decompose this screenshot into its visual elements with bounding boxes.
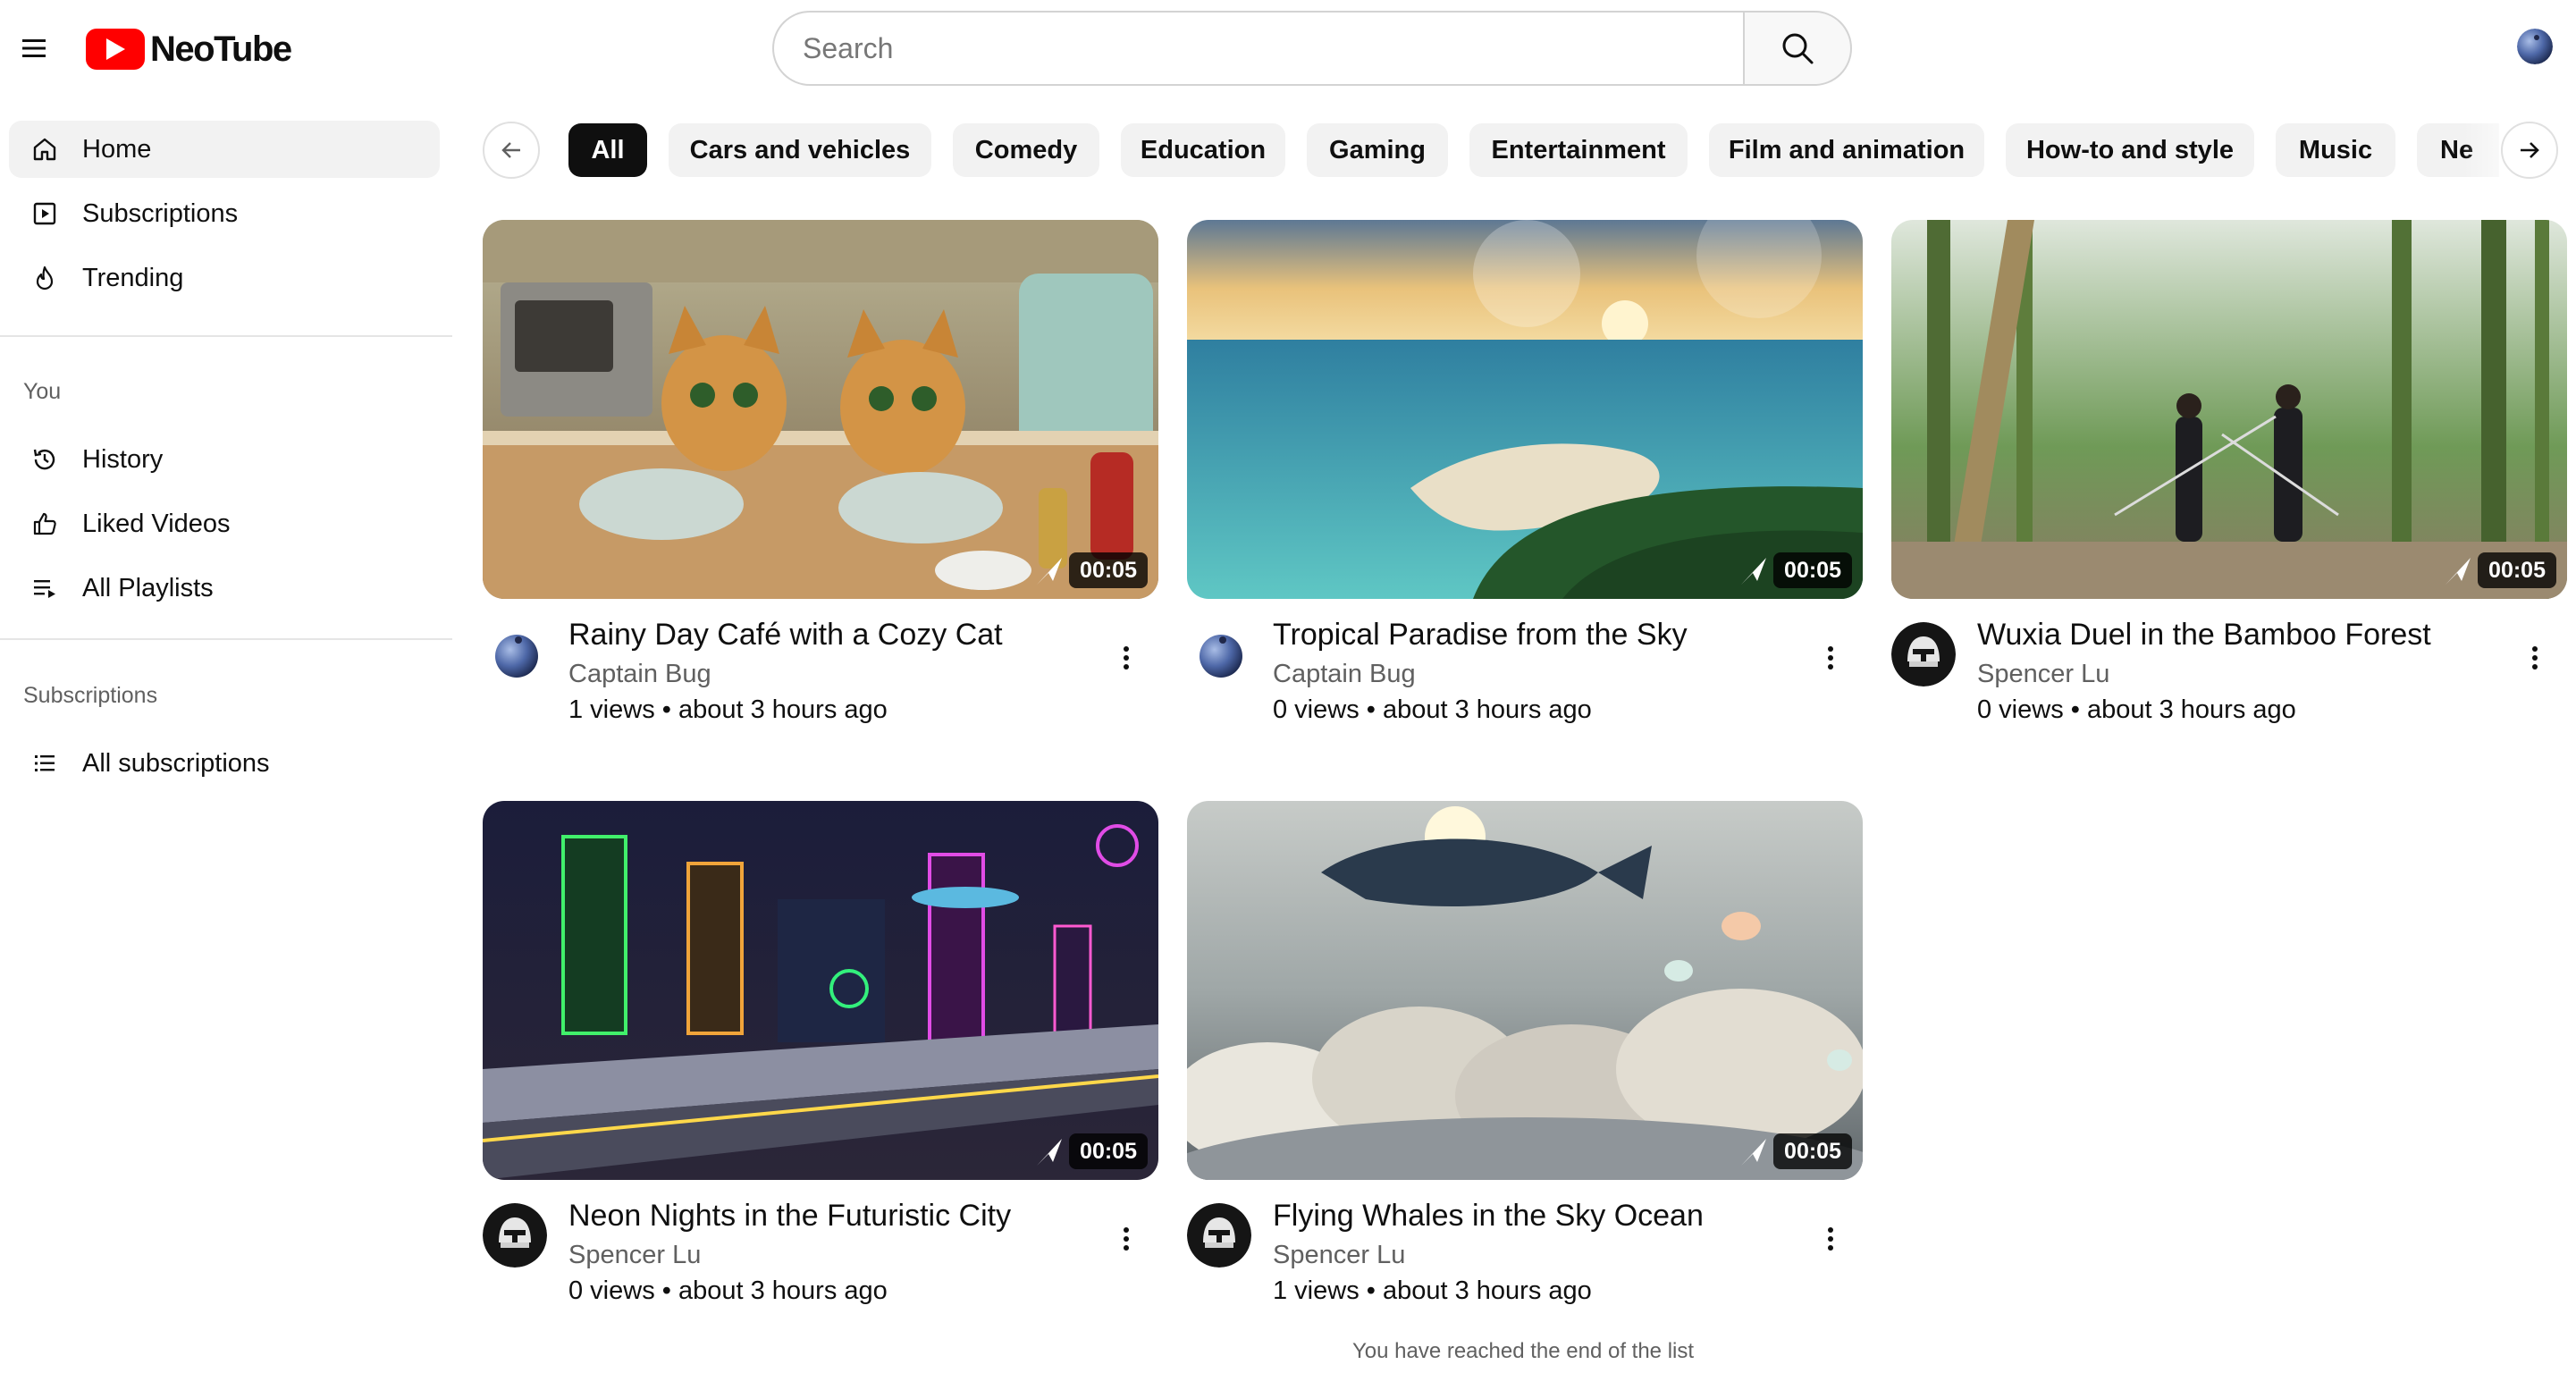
sidebar-item-history[interactable]: History xyxy=(9,431,440,488)
video-card[interactable]: 00:05 Wuxia Duel in the Bamboo Forest Sp… xyxy=(1891,220,2567,724)
video-duration: 00:05 xyxy=(1773,1133,1852,1169)
video-title[interactable]: Wuxia Duel in the Bamboo Forest xyxy=(1977,615,2496,654)
cursor-arrow-icon xyxy=(1741,1139,1766,1166)
channel-name[interactable]: Captain Bug xyxy=(1273,660,1416,689)
channel-avatar[interactable] xyxy=(1891,622,1956,686)
video-title[interactable]: Neon Nights in the Futuristic City xyxy=(568,1196,1087,1235)
sidebar-item-subscriptions[interactable]: Subscriptions xyxy=(9,185,440,242)
arrow-right-icon xyxy=(2521,142,2539,158)
chips-scroll-right-button[interactable] xyxy=(2501,122,2558,179)
more-options-icon[interactable] xyxy=(2517,640,2553,676)
fire-icon xyxy=(16,249,73,307)
cursor-arrow-icon xyxy=(1037,558,1062,585)
video-title[interactable]: Flying Whales in the Sky Ocean xyxy=(1273,1196,1791,1235)
more-options-icon[interactable] xyxy=(1108,1221,1144,1257)
cursor-arrow-icon xyxy=(1037,1139,1062,1166)
end-of-list-message: You have reached the end of the list xyxy=(1351,1339,1695,1363)
video-thumbnail[interactable]: 00:05 xyxy=(1187,220,1863,599)
video-card[interactable]: 00:05 Flying Whales in the Sky Ocean Spe… xyxy=(1187,801,1863,1305)
thumbs-up-icon xyxy=(16,495,73,552)
sidebar-item-label: All Playlists xyxy=(82,573,214,602)
sidebar-item-label: History xyxy=(82,444,164,474)
chip-track: All Cars and vehicles Comedy Education G… xyxy=(568,120,2499,179)
chip-education[interactable]: Education xyxy=(1121,123,1285,177)
search-button[interactable] xyxy=(1743,11,1852,86)
search-input[interactable] xyxy=(772,11,1743,86)
channel-avatar[interactable] xyxy=(483,1203,547,1268)
sidebar-item-liked-videos[interactable]: Liked Videos xyxy=(9,495,440,552)
channel-avatar[interactable] xyxy=(1187,622,1251,686)
video-thumbnail[interactable]: 00:05 xyxy=(1187,801,1863,1180)
playlist-icon xyxy=(16,560,73,617)
video-card[interactable]: 00:05 Tropical Paradise from the Sky Cap… xyxy=(1187,220,1863,724)
video-title[interactable]: Tropical Paradise from the Sky xyxy=(1273,615,1791,654)
chip-comedy[interactable]: Comedy xyxy=(953,123,1099,177)
sidebar-item-all-subscriptions[interactable]: All subscriptions xyxy=(9,735,440,792)
video-meta: 0 views • about 3 hours ago xyxy=(568,1276,888,1305)
sidebar: Home Subscriptions Trending You History … xyxy=(0,97,452,1373)
cursor-arrow-icon xyxy=(1741,558,1766,585)
sidebar-item-trending[interactable]: Trending xyxy=(9,249,440,307)
chip-cars-and-vehicles[interactable]: Cars and vehicles xyxy=(669,123,931,177)
sidebar-item-all-playlists[interactable]: All Playlists xyxy=(9,560,440,617)
search-icon xyxy=(1782,33,1814,64)
sidebar-item-label: Trending xyxy=(82,263,184,292)
chip-all[interactable]: All xyxy=(568,123,647,177)
app-name: NeoTube xyxy=(150,29,292,69)
chip-film-and-animation[interactable]: Film and animation xyxy=(1709,123,1984,177)
video-thumbnail[interactable]: 00:05 xyxy=(483,801,1158,1180)
chip-how-to-and-style[interactable]: How-to and style xyxy=(2006,123,2254,177)
more-options-icon[interactable] xyxy=(1813,640,1848,676)
sidebar-item-label: Liked Videos xyxy=(82,509,231,538)
history-icon xyxy=(16,431,73,488)
logo[interactable]: NeoTube xyxy=(86,25,292,73)
video-card[interactable]: 00:05 Rainy Day Café with a Cozy Cat Cap… xyxy=(483,220,1158,724)
video-meta: 1 views • about 3 hours ago xyxy=(568,695,888,724)
video-duration: 00:05 xyxy=(1069,552,1148,588)
video-thumbnail[interactable]: 00:05 xyxy=(1891,220,2567,599)
more-options-icon[interactable] xyxy=(1108,640,1144,676)
channel-name[interactable]: Spencer Lu xyxy=(568,1241,701,1270)
video-card[interactable]: 00:05 Neon Nights in the Futuristic City… xyxy=(483,801,1158,1305)
top-bar: NeoTube xyxy=(0,0,2576,97)
home-icon xyxy=(16,121,73,178)
sidebar-heading-you: You xyxy=(23,379,62,404)
more-options-icon[interactable] xyxy=(1813,1221,1848,1257)
video-duration: 00:05 xyxy=(1069,1133,1148,1169)
sidebar-item-label: Home xyxy=(82,134,152,164)
video-meta: 0 views • about 3 hours ago xyxy=(1977,695,2296,724)
search-bar xyxy=(772,11,1852,86)
video-thumbnail[interactable]: 00:05 xyxy=(483,220,1158,599)
chips-scroll-left-button[interactable] xyxy=(483,122,540,179)
video-meta: 0 views • about 3 hours ago xyxy=(1273,695,1592,724)
sidebar-divider xyxy=(0,335,452,337)
chip-entertainment[interactable]: Entertainment xyxy=(1469,123,1688,177)
chip-music[interactable]: Music xyxy=(2276,123,2395,177)
chip-gaming[interactable]: Gaming xyxy=(1307,123,1448,177)
channel-name[interactable]: Spencer Lu xyxy=(1273,1241,1405,1270)
sidebar-item-home[interactable]: Home xyxy=(9,121,440,178)
sidebar-item-label: All subscriptions xyxy=(82,748,270,778)
sidebar-item-label: Subscriptions xyxy=(82,198,239,228)
channel-name[interactable]: Spencer Lu xyxy=(1977,660,2109,689)
hamburger-menu-icon[interactable] xyxy=(16,30,52,66)
subscriptions-icon xyxy=(16,185,73,242)
sidebar-divider xyxy=(0,638,452,640)
cursor-arrow-icon xyxy=(2446,558,2471,585)
user-avatar[interactable] xyxy=(2517,29,2553,64)
play-logo-icon xyxy=(86,29,145,70)
channel-avatar[interactable] xyxy=(483,622,547,686)
channel-name[interactable]: Captain Bug xyxy=(568,660,711,689)
list-icon xyxy=(16,735,73,792)
video-duration: 00:05 xyxy=(2478,552,2556,588)
video-title[interactable]: Rainy Day Café with a Cozy Cat xyxy=(568,615,1087,654)
channel-avatar[interactable] xyxy=(1187,1203,1251,1268)
video-duration: 00:05 xyxy=(1773,552,1852,588)
category-chips: All Cars and vehicles Comedy Education G… xyxy=(479,120,2562,179)
video-meta: 1 views • about 3 hours ago xyxy=(1273,1276,1592,1305)
sidebar-heading-subscriptions: Subscriptions xyxy=(23,683,158,708)
arrow-left-icon xyxy=(501,142,520,158)
